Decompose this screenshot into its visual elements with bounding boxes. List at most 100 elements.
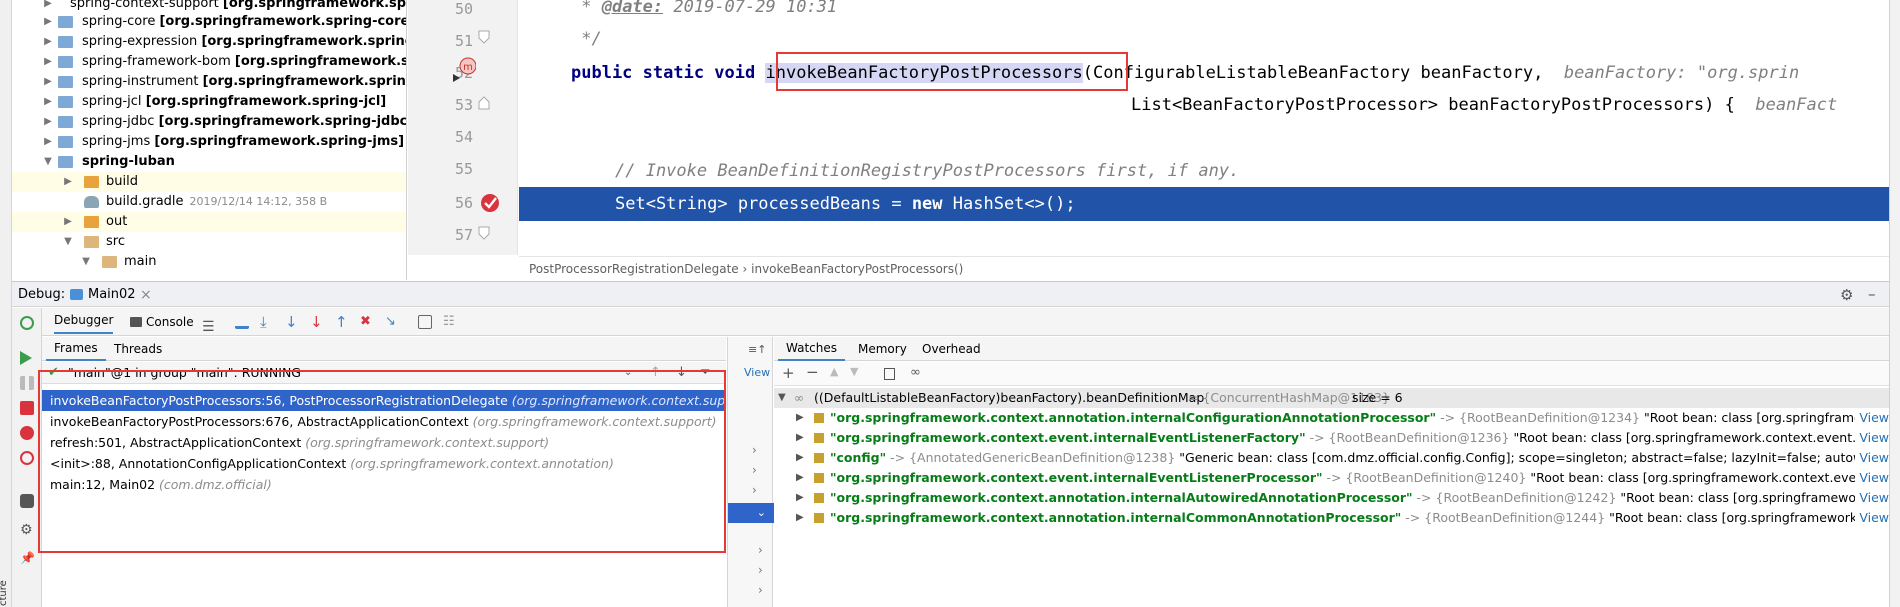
structure-tool-tab[interactable]: cture <box>0 580 9 606</box>
chevron-right-icon[interactable]: › <box>752 483 757 497</box>
tree-item-spring-expression[interactable]: ▶ spring-expression [org.springframework.… <box>44 32 406 52</box>
show-execution-point-icon[interactable] <box>235 315 249 329</box>
step-out-icon[interactable]: ↑ <box>335 315 349 330</box>
tree-item-spring-instrument[interactable]: ▶ spring-instrument [org.springframework.… <box>44 72 406 92</box>
move-up-icon[interactable]: ▲ <box>830 365 838 378</box>
tab-watches[interactable]: Watches <box>778 337 845 361</box>
fold-icon[interactable] <box>478 226 490 240</box>
copy-icon[interactable] <box>884 368 895 380</box>
watch-entry[interactable]: ▶ "org.springframework.context.event.inte… <box>774 428 1889 448</box>
debugger-tab[interactable]: Debugger <box>54 308 114 334</box>
move-down-icon[interactable]: ▼ <box>850 365 858 378</box>
evaluate-expression-icon[interactable] <box>418 315 432 329</box>
rerun-icon[interactable] <box>20 316 34 330</box>
breadcrumb-class[interactable]: PostProcessorRegistrationDelegate <box>529 262 739 276</box>
run-to-cursor-icon[interactable]: ↘ <box>385 315 399 329</box>
drop-frame-icon[interactable]: ✖ <box>360 315 374 329</box>
view-link[interactable]: View <box>744 366 770 379</box>
left-tool-stripe[interactable]: cture <box>0 0 12 607</box>
chevron-right-icon[interactable]: › <box>758 543 763 557</box>
chevron-down-icon[interactable]: ▼ <box>62 232 74 252</box>
view-link[interactable]: View <box>1855 428 1889 448</box>
chevron-right-icon[interactable]: ▶ <box>796 408 804 428</box>
chevron-right-icon[interactable]: › <box>758 583 763 597</box>
watch-entry[interactable]: ▶ "org.springframework.context.event.inte… <box>774 468 1889 488</box>
method-breakpoint-icon[interactable]: m <box>450 56 476 86</box>
close-icon[interactable]: × <box>140 282 152 308</box>
chevron-right-icon[interactable]: ▶ <box>42 32 54 52</box>
pin-icon[interactable]: 📌 <box>20 551 35 565</box>
fold-icon[interactable] <box>478 96 490 110</box>
watch-entry[interactable]: ▶ "org.springframework.context.annotation… <box>774 508 1889 528</box>
watch-entry[interactable]: ▶ "org.springframework.context.annotation… <box>774 488 1889 508</box>
chevron-down-icon[interactable]: ⌄ <box>728 503 774 523</box>
breadcrumb-method[interactable]: invokeBeanFactoryPostProcessors() <box>751 262 963 276</box>
tree-item-spring-framework-bom[interactable]: ▶ spring-framework-bom [org.springframewo… <box>44 52 406 72</box>
chevron-right-icon[interactable]: ▶ <box>62 172 74 192</box>
tree-item-spring-core[interactable]: ▶ spring-core [org.springframework.spring… <box>44 12 406 32</box>
code-editor[interactable]: * @date: 2019-07-29 10:31 */ public stat… <box>519 0 1889 255</box>
view-link[interactable]: View <box>1855 468 1889 488</box>
watch-entry[interactable]: ▶ "config" -> {AnnotatedGenericBeanDefini… <box>774 448 1889 468</box>
tree-item-spring-luban[interactable]: ▼ spring-luban <box>44 152 406 172</box>
debug-config-tab[interactable]: Main02 <box>88 282 136 308</box>
trace-icon[interactable]: ☷ <box>443 315 457 329</box>
chevron-right-icon[interactable]: ▶ <box>42 52 54 72</box>
variables-collapsed-strip[interactable]: ≡↑ View › › › ⌄ › › › <box>727 337 774 607</box>
add-icon[interactable]: + <box>782 364 795 382</box>
chevron-down-icon[interactable]: ▼ <box>42 152 54 172</box>
tree-item-build[interactable]: ▶ build <box>12 172 406 192</box>
tab-threads[interactable]: Threads <box>106 337 170 361</box>
chevron-right-icon[interactable]: ▶ <box>42 12 54 32</box>
view-link[interactable]: View <box>1855 508 1889 528</box>
chevron-right-icon[interactable]: ▶ <box>796 428 804 448</box>
tree-item-out[interactable]: ▶ out <box>12 212 406 232</box>
chevron-right-icon[interactable]: ▶ <box>42 112 54 132</box>
right-tool-strip[interactable] <box>1889 0 1900 607</box>
view-link[interactable]: View <box>1855 488 1889 508</box>
chevron-right-icon[interactable]: ▶ <box>42 132 54 152</box>
tree-item-spring-jcl[interactable]: ▶ spring-jcl [org.springframework.spring-… <box>44 92 406 112</box>
chevron-down-icon[interactable]: ▼ <box>778 388 786 408</box>
minimize-icon[interactable]: – <box>1868 281 1876 307</box>
mute-breakpoints-icon[interactable] <box>20 451 34 465</box>
chevron-right-icon[interactable]: › <box>752 463 757 477</box>
gear-icon[interactable]: ⚙ <box>1840 282 1853 308</box>
camera-icon[interactable] <box>20 494 34 508</box>
remove-icon[interactable]: − <box>806 363 819 381</box>
breakpoint-icon[interactable] <box>479 192 501 214</box>
watch-entry[interactable]: ▶ "org.springframework.context.annotation… <box>774 408 1889 428</box>
chevron-right-icon[interactable]: ▶ <box>796 468 804 488</box>
glasses-icon[interactable]: ∞ <box>910 365 921 380</box>
settings-icon[interactable]: ⚙ <box>20 523 34 537</box>
view-link[interactable]: View <box>1855 408 1889 428</box>
tab-memory[interactable]: Memory <box>850 337 915 361</box>
chevron-right-icon[interactable]: ▶ <box>796 448 804 468</box>
console-tab[interactable]: Console <box>146 308 194 336</box>
stop-icon[interactable] <box>20 401 34 415</box>
tree-item-spring-jms[interactable]: ▶ spring-jms [org.springframework.spring-… <box>44 132 406 152</box>
watch-root[interactable]: ▼ ∞ ((DefaultListableBeanFactory)beanFac… <box>774 388 1889 408</box>
editor-gutter[interactable]: 50 51 52 53 54 55 56 57 m <box>408 0 518 255</box>
layout-icon[interactable]: ≡↑ <box>748 343 766 356</box>
tab-frames[interactable]: Frames <box>46 337 106 361</box>
fold-icon[interactable] <box>478 30 490 44</box>
chevron-right-icon[interactable]: › <box>752 443 757 457</box>
tree-item-build-gradle[interactable]: build.gradle 2019/12/14 14:12, 358 B <box>12 192 406 212</box>
resume-icon[interactable] <box>20 351 32 365</box>
chevron-right-icon[interactable]: ▶ <box>42 92 54 112</box>
tree-item-main[interactable]: ▼ main <box>12 252 406 272</box>
view-breakpoints-icon[interactable] <box>20 426 34 440</box>
chevron-right-icon[interactable]: ▶ <box>796 508 804 528</box>
chevron-down-icon[interactable]: ▼ <box>80 252 92 272</box>
step-into-icon[interactable]: ↓ <box>285 315 299 330</box>
chevron-right-icon[interactable]: › <box>758 563 763 577</box>
step-over-icon[interactable]: ⤓ <box>260 315 274 330</box>
force-step-into-icon[interactable]: ↓ <box>310 315 324 330</box>
pause-icon[interactable] <box>20 376 34 390</box>
tab-overhead[interactable]: Overhead <box>914 337 989 361</box>
tree-item-spring-jdbc[interactable]: ▶ spring-jdbc [org.springframework.spring… <box>44 112 406 132</box>
view-link[interactable]: View <box>1855 448 1889 468</box>
chevron-right-icon[interactable]: ▶ <box>62 212 74 232</box>
chevron-right-icon[interactable]: ▶ <box>796 488 804 508</box>
